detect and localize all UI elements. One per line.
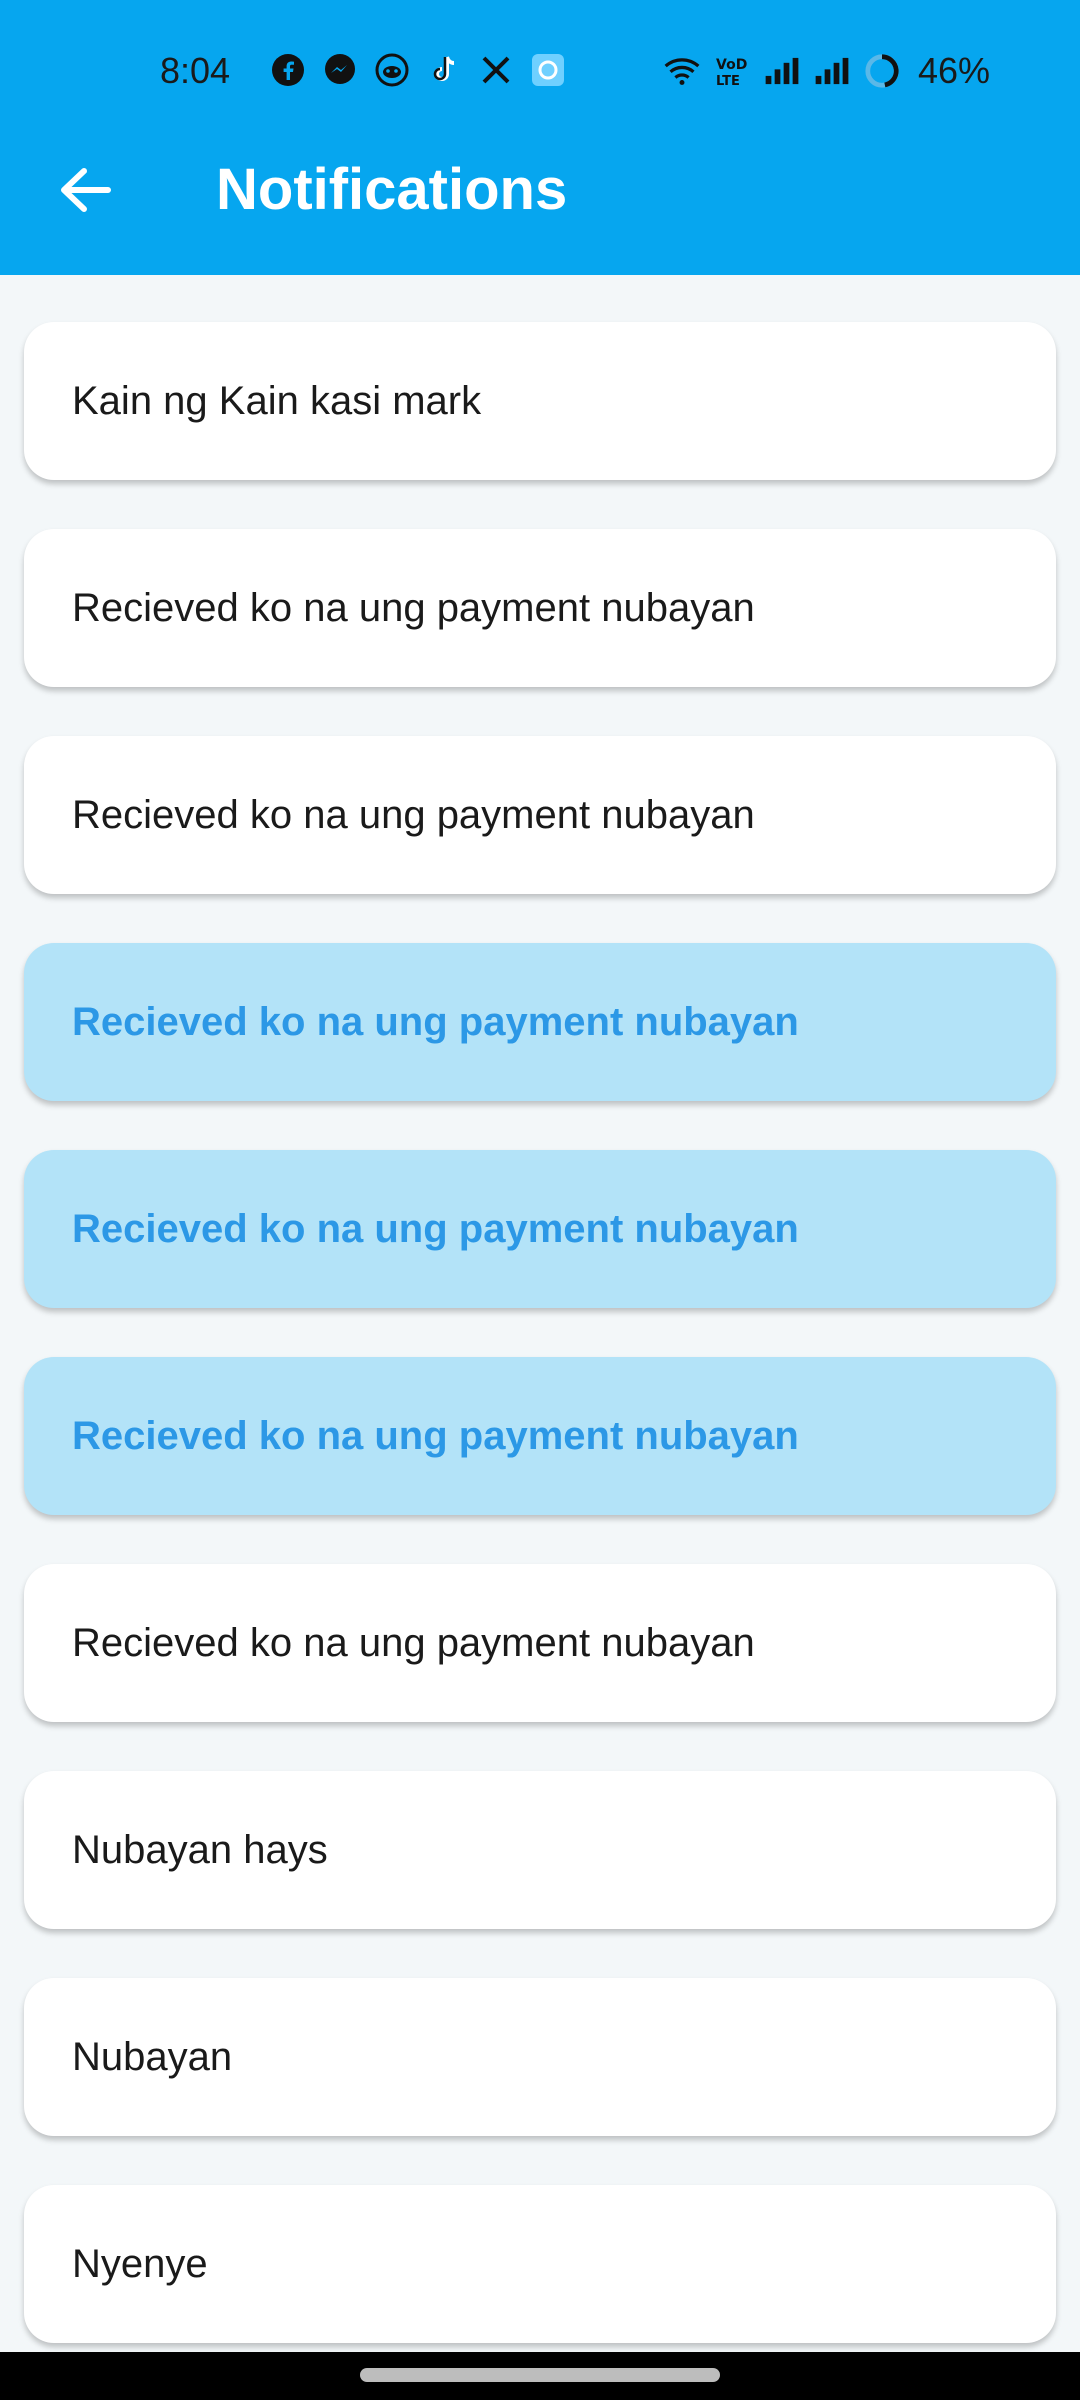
arrow-left-icon	[61, 168, 111, 212]
facebook-icon	[270, 52, 306, 88]
reddit-icon	[374, 52, 410, 88]
notification-item[interactable]: Kain ng Kain kasi mark	[24, 322, 1056, 480]
notification-item[interactable]: Nyenye	[24, 2185, 1056, 2343]
navigation-bar	[0, 2352, 1080, 2400]
tiktok-icon	[426, 52, 462, 88]
notification-text: Recieved ko na ung payment nubayan	[72, 1620, 755, 1665]
system-icons: VoD LTE 46%	[664, 50, 990, 92]
battery-ring-icon	[864, 53, 900, 89]
notification-item[interactable]: Recieved ko na ung payment nubayan	[24, 736, 1056, 894]
signal-icon	[764, 53, 800, 89]
notification-item[interactable]: Nubayan hays	[24, 1771, 1056, 1929]
app-bar: 8:04 VoD LTE 46% Notifications	[0, 0, 1080, 275]
status-time: 8:04	[160, 50, 231, 91]
notification-text: Recieved ko na ung payment nubayan	[72, 792, 755, 837]
notification-text: Recieved ko na ung payment nubayan	[72, 999, 799, 1044]
page-title: Notifications	[216, 157, 568, 222]
notification-item[interactable]: Recieved ko na ung payment nubayan	[24, 529, 1056, 687]
notification-text: Nubayan	[72, 2034, 233, 2079]
svg-text:VoD: VoD	[716, 57, 747, 73]
notification-item-unread[interactable]: Recieved ko na ung payment nubayan	[24, 943, 1056, 1101]
header: Notifications	[0, 140, 1080, 240]
signal-icon	[814, 53, 850, 89]
messenger-icon	[322, 52, 358, 88]
back-button[interactable]	[50, 160, 120, 220]
notification-item[interactable]: Recieved ko na ung payment nubayan	[24, 1564, 1056, 1722]
volte-icon: VoD LTE	[714, 53, 750, 89]
status-bar: 8:04 VoD LTE 46%	[0, 40, 1080, 104]
notification-icons	[270, 52, 566, 88]
notification-text: Nubayan hays	[72, 1827, 328, 1872]
notification-item-unread[interactable]: Recieved ko na ung payment nubayan	[24, 1357, 1056, 1515]
notification-item-unread[interactable]: Recieved ko na ung payment nubayan	[24, 1150, 1056, 1308]
notification-item[interactable]: Nubayan	[24, 1978, 1056, 2136]
x-icon	[478, 52, 514, 88]
home-gesture-bar[interactable]	[360, 2368, 720, 2382]
battery-percentage: 46%	[917, 50, 990, 91]
svg-text:LTE: LTE	[716, 74, 740, 89]
notification-text: Recieved ko na ung payment nubayan	[72, 1413, 799, 1458]
notification-text: Nyenye	[72, 2241, 208, 2286]
wifi-icon	[664, 53, 700, 89]
notification-text: Recieved ko na ung payment nubayan	[72, 1206, 799, 1251]
notification-text: Recieved ko na ung payment nubayan	[72, 585, 755, 630]
notification-list: Kain ng Kain kasi mark Recieved ko na un…	[24, 322, 1056, 2392]
notification-text: Kain ng Kain kasi mark	[72, 378, 482, 423]
app-icon	[530, 52, 566, 88]
